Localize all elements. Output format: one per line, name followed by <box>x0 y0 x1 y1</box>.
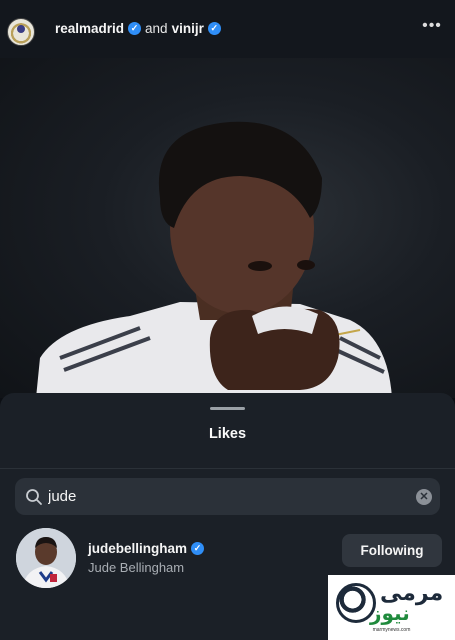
post-photo[interactable] <box>0 58 455 398</box>
verified-icon: ✓ <box>191 542 205 555</box>
post-owner-avatar[interactable] <box>7 18 35 46</box>
sheet-title: Likes <box>208 426 247 442</box>
player-illustration <box>36 121 392 398</box>
verified-icon: ✓ <box>207 22 221 35</box>
username-row: judebellingham ✓ <box>88 541 205 556</box>
username[interactable]: judebellingham <box>88 541 187 556</box>
avatar[interactable] <box>16 528 76 588</box>
owner-username-secondary[interactable]: vinijr <box>172 21 204 36</box>
watermark-tagline: marmynews.com <box>372 627 411 633</box>
owner-connector: and <box>145 21 168 36</box>
post-header: realmadrid ✓ and vinijr ✓ ••• <box>0 0 455 58</box>
search-bar[interactable]: ✕ <box>15 478 440 515</box>
search-icon <box>26 489 42 505</box>
full-name: Jude Bellingham <box>88 560 185 575</box>
watermark-logo: مرمى نيوز marmynews.com <box>328 575 455 640</box>
avatar-image <box>16 528 76 588</box>
post-owners: realmadrid ✓ and vinijr ✓ <box>55 21 221 36</box>
watermark-line2: نيوز <box>370 601 410 625</box>
owner-username-primary[interactable]: realmadrid <box>55 21 124 36</box>
more-options-icon[interactable]: ••• <box>420 14 444 38</box>
search-input[interactable] <box>48 478 398 515</box>
divider <box>0 468 455 469</box>
clear-icon[interactable]: ✕ <box>416 489 432 505</box>
verified-icon: ✓ <box>128 22 142 35</box>
following-button[interactable]: Following <box>342 534 442 567</box>
sheet-drag-handle[interactable] <box>210 407 245 410</box>
